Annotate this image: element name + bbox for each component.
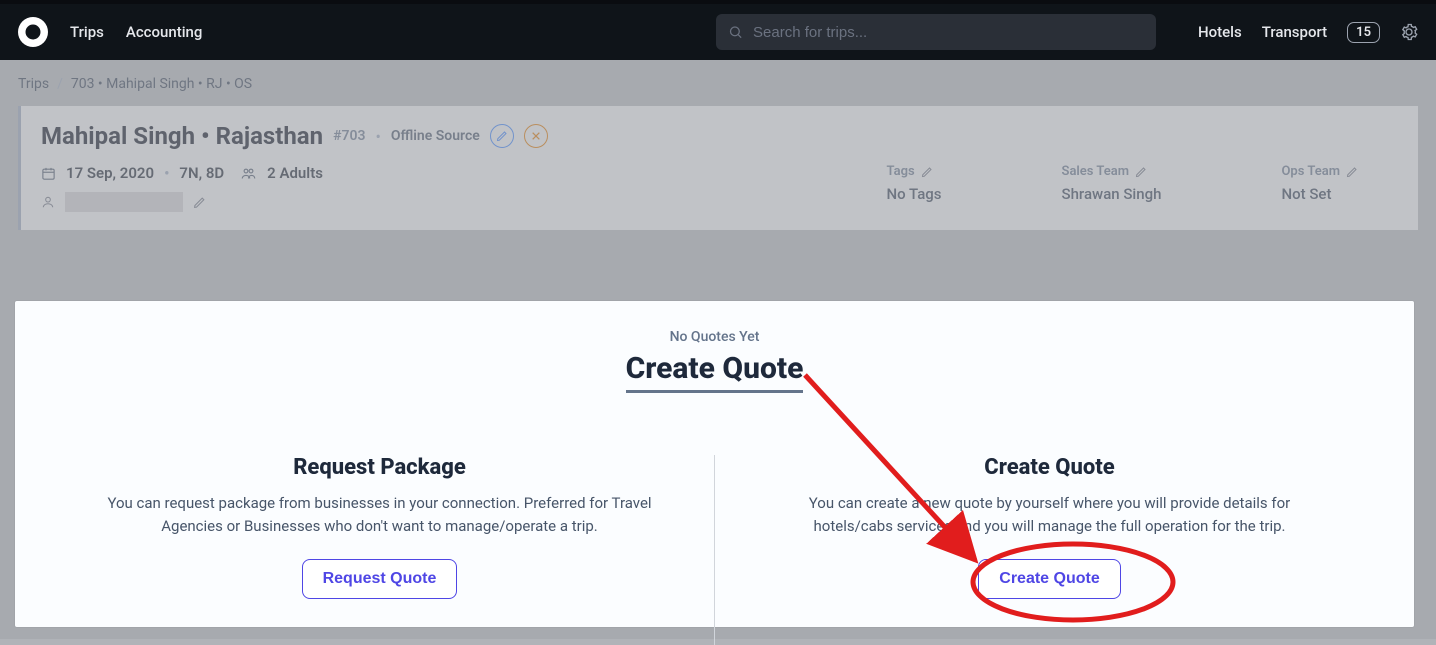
breadcrumb-current: 703 • Mahipal Singh • RJ • OS (71, 76, 252, 92)
trip-meta-left: 17 Sep, 2020 • 7N, 8D 2 Adults (41, 164, 323, 212)
trip-meta-line2 (41, 192, 323, 212)
tags-label: Tags (887, 164, 915, 179)
nav-accounting[interactable]: Accounting (126, 23, 202, 41)
edit-owner-button[interactable] (193, 196, 206, 209)
tags-column: Tags No Tags (887, 164, 942, 203)
search-input[interactable] (753, 24, 1144, 41)
trip-header-card: Mahipal Singh • Rajasthan #703 • Offline… (18, 106, 1418, 230)
search-field[interactable] (716, 14, 1156, 50)
nav-transport[interactable]: Transport (1262, 23, 1327, 41)
trip-meta-row: 17 Sep, 2020 • 7N, 8D 2 Adults (41, 164, 1398, 212)
panel-title: Create Quote (626, 351, 804, 393)
pencil-icon (1135, 166, 1147, 178)
sales-label: Sales Team (1062, 164, 1130, 179)
request-package-heading: Request Package (105, 455, 654, 480)
ops-value: Not Set (1281, 185, 1358, 203)
create-quote-col: Create Quote You can create a new quote … (715, 455, 1384, 645)
notifications-badge[interactable]: 15 (1347, 22, 1380, 43)
nav-hotels[interactable]: Hotels (1198, 23, 1242, 41)
panel-header: No Quotes Yet Create Quote (45, 329, 1384, 393)
tags-value: No Tags (887, 185, 942, 203)
pencil-icon (496, 130, 508, 142)
search-icon (728, 24, 743, 40)
request-quote-button[interactable]: Request Quote (302, 559, 458, 599)
edit-ops-button[interactable] (1346, 166, 1358, 178)
quote-panel: No Quotes Yet Create Quote Request Packa… (15, 301, 1414, 627)
navbar: Trips Accounting Hotels Transport 15 (0, 4, 1436, 60)
edit-tags-button[interactable] (921, 166, 933, 178)
pencil-icon (193, 196, 206, 209)
sales-column: Sales Team Shrawan Singh (1062, 164, 1162, 203)
breadcrumb-separator: / (57, 76, 63, 92)
trip-header: Mahipal Singh • Rajasthan #703 • Offline… (41, 122, 1398, 150)
panel-columns: Request Package You can request package … (45, 455, 1384, 645)
trip-title: Mahipal Singh • Rajasthan (41, 122, 323, 150)
trip-owner-redacted (65, 192, 183, 212)
nav-links: Trips Accounting (70, 23, 202, 41)
trip-source: Offline Source (391, 128, 480, 144)
trip-pax: 2 Adults (267, 164, 323, 182)
no-quotes-label: No Quotes Yet (45, 329, 1384, 345)
pencil-icon (921, 166, 933, 178)
request-package-col: Request Package You can request package … (45, 455, 714, 645)
pencil-icon (1346, 166, 1358, 178)
trip-meta-line1: 17 Sep, 2020 • 7N, 8D 2 Adults (41, 164, 323, 182)
edit-trip-button[interactable] (490, 124, 514, 148)
create-quote-button[interactable]: Create Quote (978, 559, 1120, 599)
separator-dot: • (375, 127, 380, 146)
nav-trips[interactable]: Trips (70, 23, 104, 41)
page-content: Trips / 703 • Mahipal Singh • RJ • OS Ma… (0, 60, 1436, 230)
close-icon (531, 131, 541, 141)
settings-button[interactable] (1400, 23, 1418, 41)
ops-label: Ops Team (1281, 164, 1340, 179)
trip-date: 17 Sep, 2020 (66, 164, 154, 182)
cancel-trip-button[interactable] (524, 124, 548, 148)
edit-sales-button[interactable] (1135, 166, 1147, 178)
trip-duration: 7N, 8D (179, 164, 224, 182)
logo-icon (24, 23, 42, 41)
breadcrumb-root[interactable]: Trips (18, 76, 49, 92)
breadcrumb: Trips / 703 • Mahipal Singh • RJ • OS (18, 76, 1418, 92)
create-quote-desc: You can create a new quote by yourself w… (775, 492, 1324, 537)
gear-icon (1400, 23, 1418, 41)
app-logo[interactable] (18, 17, 48, 47)
ops-column: Ops Team Not Set (1281, 164, 1358, 203)
trip-meta-right: Tags No Tags Sales Team Shrawan Sin (887, 164, 1399, 203)
sales-value: Shrawan Singh (1062, 185, 1162, 203)
calendar-icon (41, 166, 56, 181)
people-icon (240, 166, 257, 181)
nav-right: Hotels Transport 15 (1198, 22, 1418, 43)
person-icon (41, 195, 55, 209)
create-quote-heading: Create Quote (775, 455, 1324, 480)
trip-id: #703 (333, 128, 365, 144)
request-package-desc: You can request package from businesses … (105, 492, 654, 537)
